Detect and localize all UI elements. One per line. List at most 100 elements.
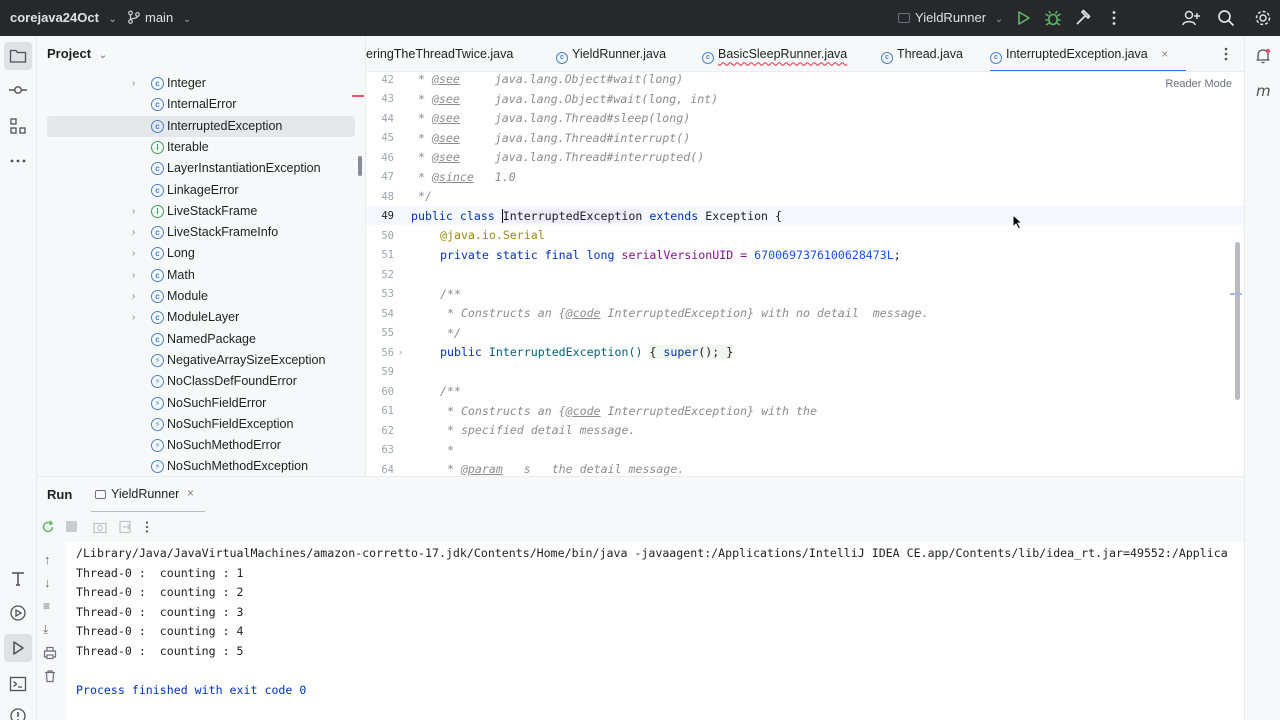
scroll-marker (1230, 293, 1242, 295)
editor-tab-active[interactable]: c InterruptedException.java × (990, 36, 1186, 71)
git-branch-icon (128, 10, 140, 24)
scroll-to-end-icon[interactable]: ⤓ (43, 622, 48, 637)
javadoc-text: java.lang.Thread#interrupted() (459, 150, 705, 164)
line-number: 55 (381, 327, 394, 339)
code-editor[interactable]: Reader Mode 42 43 44 45 46 47 48 49 50 51 52 53 54 55… (366, 72, 1244, 476)
services-tool-button[interactable] (8, 603, 28, 623)
tree-item[interactable]: › c LiveStackFrameInfo (47, 222, 355, 243)
exception-class-icon: ⚡ (151, 375, 164, 389)
tree-item[interactable]: › I LiveStackFrame (47, 201, 355, 222)
add-user-button[interactable] (1181, 8, 1201, 28)
class-icon: c (151, 77, 164, 90)
keyword: public (440, 345, 482, 359)
editor-tab[interactable]: c YieldRunner.java (556, 36, 666, 71)
javadoc-tag: @see (431, 72, 460, 86)
fold-arrow-icon[interactable]: › (399, 347, 402, 357)
chevron-right-icon[interactable]: › (132, 222, 135, 243)
reader-mode-toggle[interactable]: Reader Mode (1165, 78, 1232, 90)
commit-tool-button[interactable] (8, 80, 28, 100)
editor-scrollbar[interactable] (1235, 242, 1240, 400)
console-output[interactable]: /Library/Java/JavaVirtualMachines/amazon… (66, 542, 1244, 720)
tree-item[interactable]: › c Module (47, 286, 355, 307)
ai-assistant-button[interactable]: m (1253, 81, 1273, 101)
camera-icon[interactable] (93, 520, 107, 534)
tree-item[interactable]: ⚡ NoSuchMethodError (47, 435, 355, 456)
problems-tool-button[interactable] (8, 706, 28, 720)
tree-item[interactable]: ⚡ NoSuchFieldException (47, 414, 355, 435)
tree-item[interactable]: c LinkageError (47, 180, 355, 201)
debug-button[interactable] (1043, 8, 1063, 28)
tree-item[interactable]: I Iterable (47, 137, 355, 158)
arrow-down-icon[interactable]: ↓ (44, 575, 51, 590)
class-icon: c (151, 247, 164, 261)
search-button[interactable] (1216, 8, 1236, 28)
project-selector[interactable]: corejava24Oct ⌄ (10, 0, 117, 36)
tree-item[interactable]: › c Long (47, 243, 355, 264)
brace: { (649, 345, 664, 359)
tree-item[interactable]: c NamedPackage (47, 329, 355, 350)
tree-item[interactable]: ⚡ NoClassDefFoundError (47, 371, 355, 392)
build-button[interactable] (1073, 8, 1093, 28)
editor-tab[interactable]: c BasicSleepRunner.java (702, 36, 847, 71)
commit-icon (9, 86, 27, 94)
tree-item[interactable]: c LayerInstantiationException (47, 158, 355, 179)
class-icon: c (151, 268, 164, 282)
structure-tool-button[interactable] (8, 116, 28, 136)
line-number: 48 (381, 190, 394, 203)
run-config-selector[interactable]: YieldRunner ⌄ (898, 0, 1003, 36)
print-icon[interactable] (43, 646, 57, 660)
tree-item[interactable]: c InternalError (47, 94, 355, 115)
tree-item[interactable]: ⚡ NoSuchMethodException (47, 456, 355, 476)
tree-item[interactable]: › c Integer (47, 73, 355, 94)
tree-scrollbar[interactable] (358, 156, 362, 176)
exception-class-icon: ⚡ (151, 460, 164, 474)
console-line: Thread-0 : counting : 3 (76, 604, 244, 619)
chevron-right-icon[interactable]: › (132, 286, 135, 307)
tree-item[interactable]: ⚡ NoSuchFieldError (47, 393, 355, 414)
close-icon[interactable]: × (187, 486, 194, 500)
class-icon: c (702, 52, 714, 64)
javadoc-tag: @see (431, 91, 460, 106)
folded-body[interactable]: { super(); } (649, 345, 734, 359)
editor-tab[interactable]: eringTheThreadTwice.java (366, 36, 513, 71)
soft-wrap-icon[interactable]: ≡ (43, 599, 50, 613)
branch-selector[interactable]: main ⌄ (127, 0, 191, 36)
notifications-button[interactable] (1253, 46, 1273, 66)
arrow-up-icon[interactable]: ↑ (44, 552, 51, 567)
tree-item[interactable]: › c ModuleLayer (47, 307, 355, 328)
rerun-icon[interactable] (41, 520, 55, 534)
settings-button[interactable] (1253, 8, 1273, 28)
project-panel-header[interactable]: Project ⌄ (47, 46, 107, 61)
close-icon[interactable]: × (1161, 47, 1168, 61)
stop-icon[interactable] (66, 521, 77, 532)
chevron-right-icon[interactable]: › (132, 243, 135, 264)
tree-item[interactable]: › c Math (47, 265, 355, 286)
terminal-tool-button[interactable] (8, 674, 28, 694)
console-line: Thread-0 : counting : 1 (76, 565, 244, 580)
build-tool-button[interactable] (8, 568, 28, 588)
chevron-right-icon[interactable]: › (132, 201, 135, 222)
tree-item[interactable]: ⚡ NegativeArraySizeException (47, 350, 355, 371)
run-tool-button[interactable] (4, 634, 32, 662)
project-tool-button[interactable] (4, 42, 32, 70)
class-icon: c (151, 290, 164, 303)
trash-icon[interactable] (43, 669, 57, 683)
more-actions-button[interactable] (1104, 8, 1124, 28)
tab-options-button[interactable] (1217, 45, 1235, 63)
exit-icon[interactable] (118, 520, 132, 534)
run-tab-label: YieldRunner (111, 487, 180, 501)
line-number: 49 (381, 210, 394, 222)
editor-tab[interactable]: c Thread.java (881, 36, 963, 71)
run-tab[interactable]: YieldRunner × (91, 477, 205, 513)
class-icon: c (151, 98, 164, 112)
more-vertical-icon[interactable] (140, 520, 154, 534)
javadoc-tag: @code (565, 403, 601, 418)
run-button[interactable] (1013, 8, 1033, 28)
tree-item[interactable]: c InterruptedException (47, 115, 355, 137)
more-tools-button[interactable] (8, 151, 28, 171)
search-icon (1218, 10, 1235, 27)
chevron-right-icon[interactable]: › (132, 265, 135, 286)
chevron-right-icon[interactable]: › (132, 307, 135, 328)
chevron-right-icon[interactable]: › (132, 73, 135, 94)
line-number: 60 (381, 385, 394, 398)
